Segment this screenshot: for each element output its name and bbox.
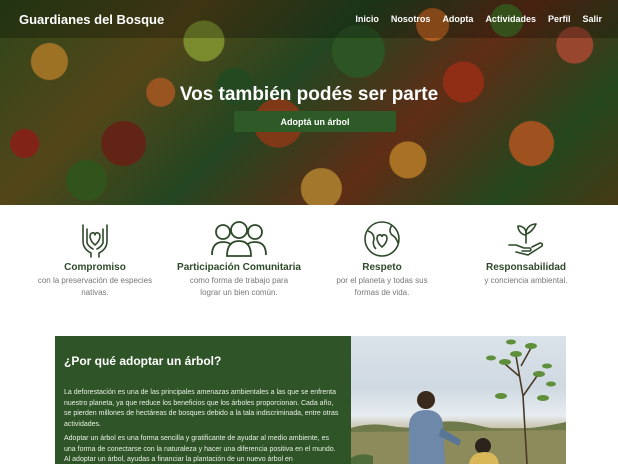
why-paragraph-2: Adoptar un árbol es una forma sencilla y… (64, 435, 336, 463)
why-adopt-section: ¿Por qué adoptar un árbol? La deforestac… (55, 336, 351, 464)
value-title: Respeto (362, 262, 402, 273)
value-desc: con la preservación de especies nativas. (20, 275, 170, 299)
plant-hand-icon (508, 223, 544, 256)
tree-planting-illustration (351, 339, 566, 464)
globe-heart-icon (364, 221, 400, 257)
value-desc: por el planeta y todas sus formas de vid… (307, 275, 457, 299)
hero-banner: Guardianes del Bosque Inicio Nosotros Ad… (0, 0, 618, 205)
nav-nosotros[interactable]: Nosotros (391, 14, 431, 24)
value-desc-line: nativas. (81, 288, 109, 297)
hands-heart-icon (82, 224, 108, 258)
value-participacion: Participación Comunitaria como forma de … (164, 219, 314, 299)
adopt-tree-button[interactable]: Adoptá un árbol (234, 111, 396, 132)
community-icon (211, 221, 267, 257)
value-desc-line: y conciencia ambiental. (484, 276, 568, 285)
why-adopt-title: ¿Por qué adoptar un árbol? (64, 354, 222, 368)
nav-perfil[interactable]: Perfil (548, 14, 571, 24)
value-title: Responsabilidad (485, 262, 566, 273)
value-compromiso: Compromiso con la preservación de especi… (20, 219, 170, 299)
value-respeto: Respeto por el planeta y todas sus forma… (307, 219, 457, 299)
hero-title: Vos también podés ser parte (179, 84, 439, 105)
value-desc-line: como forma de trabajo para (189, 276, 289, 285)
value-desc: como forma de trabajo para lograr un bie… (164, 275, 314, 299)
value-title: Compromiso (64, 262, 126, 273)
value-title: Participación Comunitaria (177, 262, 301, 273)
value-desc-line: formas de vida. (354, 288, 410, 297)
nav-actividades[interactable]: Actividades (485, 14, 536, 24)
value-desc-line: por el planeta y todas sus (336, 276, 428, 285)
value-desc-line: lograr un bien común. (200, 288, 278, 297)
value-desc-line: con la preservación de especies (37, 276, 153, 285)
tree-planting-photo (351, 336, 566, 464)
main-nav: Inicio Nosotros Adopta Actividades Perfi… (355, 14, 602, 24)
values-section: Compromiso con la preservación de especi… (0, 205, 618, 335)
value-desc: y conciencia ambiental. (451, 275, 601, 287)
nav-inicio[interactable]: Inicio (355, 14, 379, 24)
value-responsabilidad: Responsabilidad y conciencia ambiental. (451, 219, 601, 287)
why-paragraph-1: La deforestación es una de las principal… (64, 389, 339, 428)
nav-salir[interactable]: Salir (582, 14, 602, 24)
brand-logo[interactable]: Guardianes del Bosque (19, 12, 164, 27)
nav-adopta[interactable]: Adopta (442, 14, 473, 24)
